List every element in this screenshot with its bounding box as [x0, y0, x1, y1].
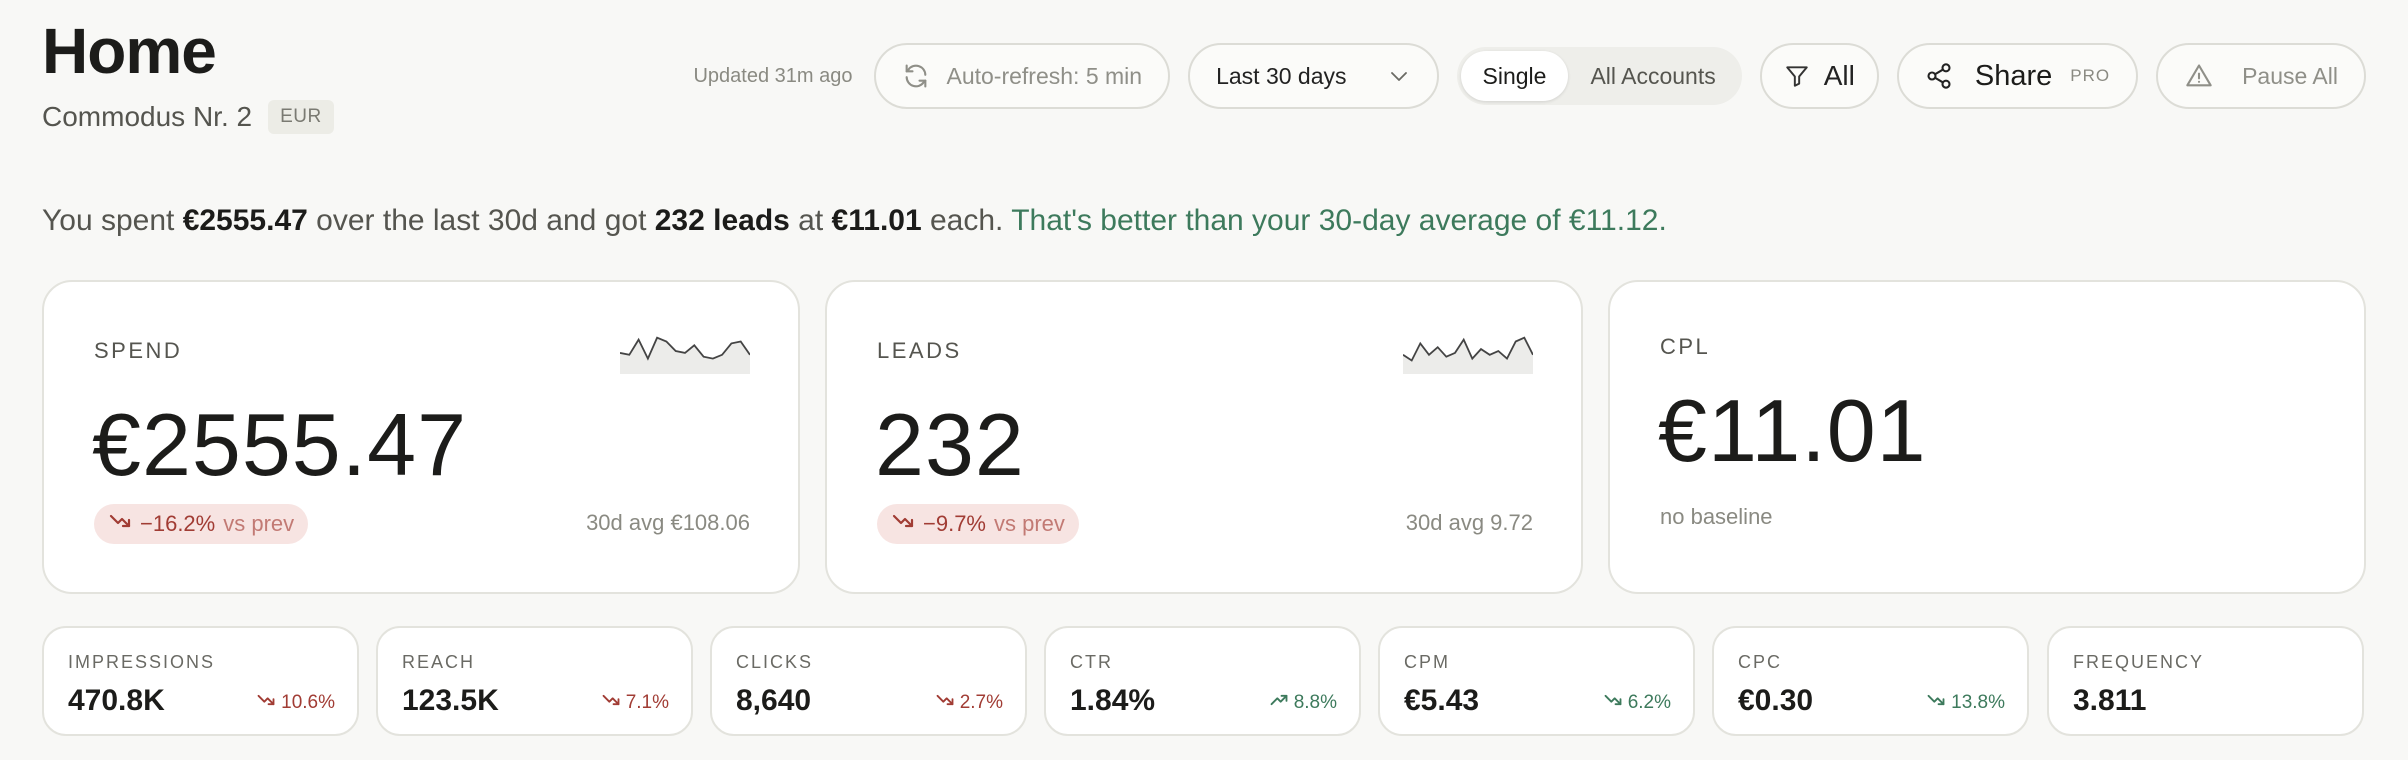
share-label: Share — [1974, 59, 2053, 92]
date-range-label: Last 30 days — [1216, 62, 1347, 89]
summary-sentence: You spent €2555.47 over the last 30d and… — [42, 204, 1667, 238]
summary-text: at — [789, 204, 832, 237]
leads-vs-label: vs prev — [994, 511, 1065, 536]
spend-delta: −16.2% — [140, 511, 216, 536]
metric-value: €0.30 — [1738, 684, 1814, 717]
page-title: Home — [42, 15, 217, 87]
filter-label: All — [1823, 60, 1855, 91]
metric-delta: 13.8% — [1926, 690, 2005, 716]
updated-timestamp: Updated 31m ago — [693, 64, 853, 87]
leads-delta: −9.7% — [923, 511, 986, 536]
trend-down-icon — [256, 690, 276, 716]
cpl-card[interactable]: CPL €11.01 no baseline — [1608, 280, 2366, 594]
metric-delta-value: 2.7% — [959, 692, 1003, 713]
metric-value: 1.84% — [1070, 684, 1156, 717]
trend-down-icon — [891, 509, 915, 539]
metric-delta: 8.8% — [1269, 690, 1337, 716]
spend-card[interactable]: SPEND €2555.47 −16.2% vs prev 30d avg €1… — [42, 280, 800, 594]
warning-icon — [2184, 62, 2214, 90]
leads-value: 232 — [875, 395, 1025, 494]
trend-down-icon — [1926, 690, 1946, 716]
metric-value: €5.43 — [1404, 684, 1480, 717]
metric-delta-value: 7.1% — [625, 692, 669, 713]
refresh-icon — [902, 62, 930, 90]
spend-label: SPEND — [94, 338, 183, 363]
summary-leads: 232 leads — [654, 204, 790, 237]
metric-value: 123.5K — [402, 684, 499, 717]
metric-label: CLICKS — [736, 652, 814, 672]
account-name: Commodus Nr. 2 — [42, 101, 253, 132]
trend-down-icon — [935, 690, 955, 716]
pro-badge: PRO — [2070, 66, 2111, 85]
cpl-value: €11.01 — [1658, 381, 1927, 480]
metric-delta-value: 6.2% — [1627, 692, 1671, 713]
trend-down-icon — [108, 509, 132, 539]
metric-value: 470.8K — [68, 684, 165, 717]
leads-sparkline — [1403, 336, 1533, 374]
metric-card-frequency[interactable]: FREQUENCY 3.811 — [2047, 626, 2364, 736]
metric-value: 3.811 — [2073, 684, 2147, 717]
filter-icon — [1784, 63, 1810, 89]
pause-all-button[interactable]: Pause All — [2156, 43, 2366, 109]
spend-value: €2555.47 — [92, 395, 468, 494]
cpl-baseline: no baseline — [1660, 504, 1773, 529]
metric-delta: 2.7% — [935, 690, 1003, 716]
toolbar: Updated 31m ago Auto-refresh: 5 min Last… — [693, 42, 2366, 110]
metric-label: CPM — [1404, 652, 1450, 672]
currency-badge: EUR — [268, 100, 334, 134]
metric-delta-value: 13.8% — [1951, 692, 2005, 713]
trend-down-icon — [1603, 690, 1623, 716]
leads-card[interactable]: LEADS 232 −9.7% vs prev 30d avg 9.72 — [825, 280, 1583, 594]
auto-refresh-button[interactable]: Auto-refresh: 5 min — [874, 43, 1171, 109]
scope-single-option[interactable]: Single — [1460, 51, 1569, 101]
spend-vs-label: vs prev — [223, 511, 295, 536]
metric-card-cpm[interactable]: CPM €5.43 6.2% — [1378, 626, 1695, 736]
trend-up-icon — [1269, 690, 1289, 716]
auto-refresh-label: Auto-refresh: 5 min — [946, 62, 1143, 89]
cpl-label: CPL — [1660, 334, 1711, 359]
filter-button[interactable]: All — [1759, 43, 1879, 109]
metric-delta-value: 10.6% — [281, 692, 335, 713]
metric-delta-value: 8.8% — [1293, 692, 1337, 713]
date-range-select[interactable]: Last 30 days — [1188, 43, 1439, 109]
summary-verdict: That's better than your 30-day average o… — [1011, 204, 1667, 237]
metric-card-impressions[interactable]: IMPRESSIONS 470.8K 10.6% — [42, 626, 359, 736]
metric-label: CPC — [1738, 652, 1783, 672]
leads-label: LEADS — [877, 338, 962, 363]
chevron-down-icon — [1387, 64, 1411, 88]
metric-delta: 6.2% — [1603, 690, 1671, 716]
account-subtitle: Commodus Nr. 2 EUR — [42, 100, 334, 134]
summary-text: over the last 30d and got — [307, 204, 655, 237]
share-button[interactable]: Share PRO — [1896, 43, 2139, 109]
metric-card-ctr[interactable]: CTR 1.84% 8.8% — [1044, 626, 1361, 736]
account-scope-toggle: Single All Accounts — [1456, 47, 1742, 105]
metric-label: REACH — [402, 652, 476, 672]
spend-average: 30d avg €108.06 — [586, 510, 750, 535]
summary-cpl: €11.01 — [831, 204, 922, 237]
summary-spent: €2555.47 — [182, 204, 308, 237]
metric-card-reach[interactable]: REACH 123.5K 7.1% — [376, 626, 693, 736]
metric-card-cpc[interactable]: CPC €0.30 13.8% — [1712, 626, 2029, 736]
summary-text: You spent — [42, 204, 183, 237]
summary-text: each. — [921, 204, 1012, 237]
metric-label: FREQUENCY — [2073, 652, 2205, 672]
pause-all-label: Pause All — [2242, 62, 2338, 89]
leads-average: 30d avg 9.72 — [1405, 510, 1533, 535]
share-icon — [1925, 62, 1953, 90]
trend-down-icon — [601, 690, 621, 716]
leads-delta-badge: −9.7% vs prev — [877, 504, 1079, 544]
metric-delta: 10.6% — [256, 690, 335, 716]
sparkline-area — [1403, 337, 1533, 374]
spend-sparkline — [620, 336, 750, 374]
metric-label: CTR — [1070, 652, 1113, 672]
scope-all-accounts-option[interactable]: All Accounts — [1568, 51, 1737, 101]
metric-value: 8,640 — [736, 684, 812, 717]
metric-card-clicks[interactable]: CLICKS 8,640 2.7% — [710, 626, 1027, 736]
metric-label: IMPRESSIONS — [68, 652, 216, 672]
metric-delta: 7.1% — [601, 690, 669, 716]
spend-delta-badge: −16.2% vs prev — [94, 504, 309, 544]
